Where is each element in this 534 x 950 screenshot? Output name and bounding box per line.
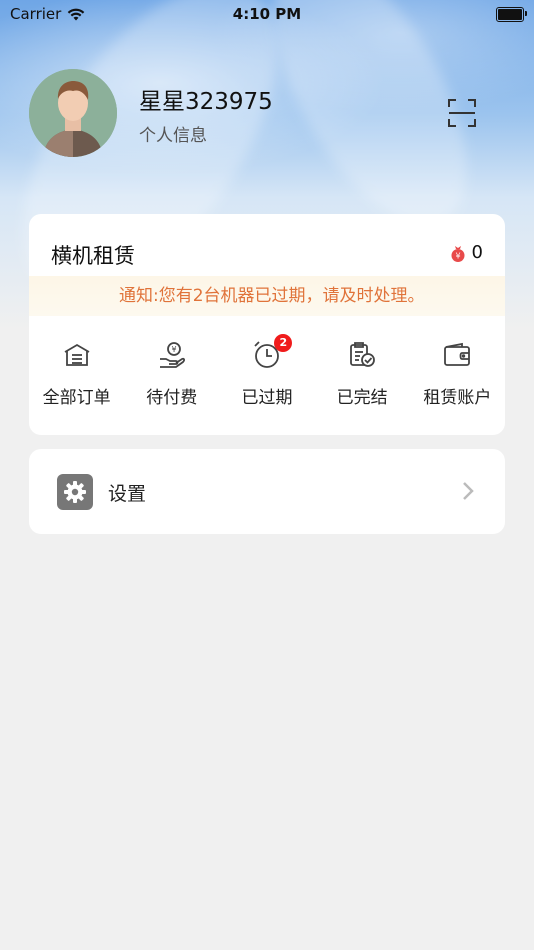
status-time: 4:10 PM: [232, 5, 302, 23]
rental-menu: 全部订单 ¥ 待付费 2 已过期 已完结 租赁账户: [29, 334, 505, 408]
chevron-right-icon: [463, 482, 474, 500]
menu-label: 已过期: [241, 388, 293, 408]
expiry-notice[interactable]: 通知:您有2台机器已过期，请及时处理。: [29, 276, 505, 316]
rental-card: 横机租赁 ¥ 0 通知:您有2台机器已过期，请及时处理。 全部订单 ¥ 待付费 …: [29, 214, 505, 435]
svg-text:¥: ¥: [455, 251, 460, 260]
rental-title: 横机租赁: [51, 244, 135, 268]
menu-rental-account[interactable]: 租赁账户: [410, 339, 505, 408]
menu-expired[interactable]: 2 已过期: [219, 334, 314, 408]
wallet-icon: [444, 342, 471, 366]
menu-label: 待付费: [146, 388, 198, 408]
completed-doc-icon: [350, 342, 376, 367]
status-bar: Carrier 4:10 PM: [0, 0, 534, 28]
svg-text:¥: ¥: [171, 345, 176, 354]
profile-info-link[interactable]: 个人信息: [139, 121, 207, 146]
menu-pending-payment[interactable]: ¥ 待付费: [124, 339, 219, 408]
menu-all-orders[interactable]: 全部订单: [29, 339, 124, 408]
battery-icon: [496, 7, 527, 22]
menu-label: 租赁账户: [423, 388, 492, 408]
menu-label: 全部订单: [42, 388, 111, 408]
avatar[interactable]: [29, 69, 117, 157]
coin-balance[interactable]: ¥ 0: [450, 242, 483, 263]
menu-completed[interactable]: 已完结: [315, 339, 410, 408]
settings-label: 设置: [108, 483, 147, 505]
coin-count: 0: [471, 242, 483, 263]
profile-name: 星星323975: [139, 89, 273, 115]
payment-hand-icon: ¥: [159, 342, 185, 368]
menu-label: 已完结: [336, 388, 388, 408]
settings-row[interactable]: 设置: [29, 449, 505, 534]
coin-bag-icon: ¥: [451, 245, 465, 262]
scan-icon[interactable]: [447, 98, 477, 128]
warehouse-icon: [64, 343, 90, 366]
gear-icon: [57, 474, 93, 510]
